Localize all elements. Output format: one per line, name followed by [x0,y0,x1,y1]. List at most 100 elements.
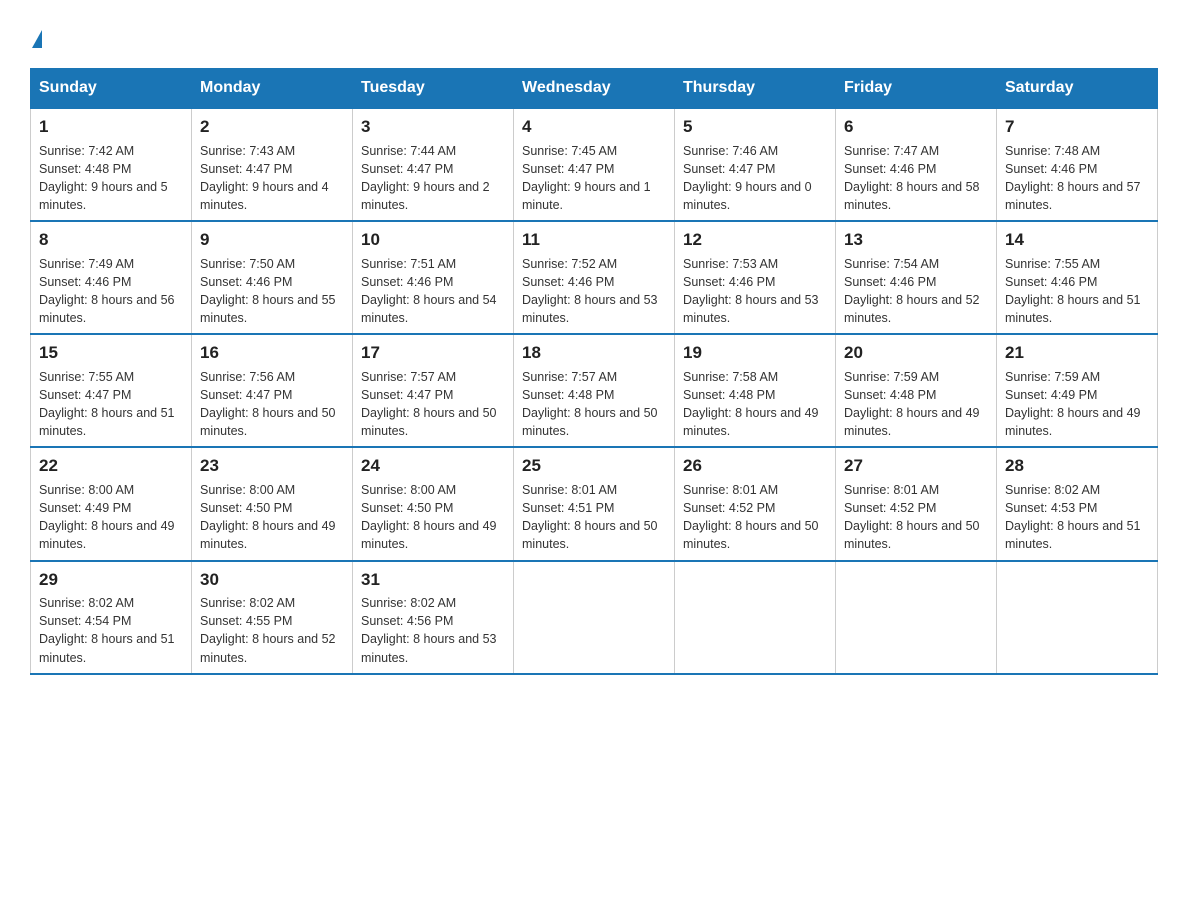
day-cell-24: 24 Sunrise: 8:00 AMSunset: 4:50 PMDaylig… [353,447,514,560]
day-cell-5: 5 Sunrise: 7:46 AMSunset: 4:47 PMDayligh… [675,108,836,221]
day-cell-3: 3 Sunrise: 7:44 AMSunset: 4:47 PMDayligh… [353,108,514,221]
day-number: 17 [361,341,505,366]
day-cell-17: 17 Sunrise: 7:57 AMSunset: 4:47 PMDaylig… [353,334,514,447]
day-cell-14: 14 Sunrise: 7:55 AMSunset: 4:46 PMDaylig… [997,221,1158,334]
day-number: 3 [361,115,505,140]
day-cell-empty [997,561,1158,674]
day-cell-27: 27 Sunrise: 8:01 AMSunset: 4:52 PMDaylig… [836,447,997,560]
day-info: Sunrise: 7:49 AMSunset: 4:46 PMDaylight:… [39,255,183,328]
day-number: 29 [39,568,183,593]
day-info: Sunrise: 7:58 AMSunset: 4:48 PMDaylight:… [683,368,827,441]
day-cell-20: 20 Sunrise: 7:59 AMSunset: 4:48 PMDaylig… [836,334,997,447]
day-number: 21 [1005,341,1149,366]
day-cell-empty [514,561,675,674]
day-cell-9: 9 Sunrise: 7:50 AMSunset: 4:46 PMDayligh… [192,221,353,334]
day-cell-28: 28 Sunrise: 8:02 AMSunset: 4:53 PMDaylig… [997,447,1158,560]
day-number: 7 [1005,115,1149,140]
weekday-header-wednesday: Wednesday [514,69,675,109]
week-row-2: 8 Sunrise: 7:49 AMSunset: 4:46 PMDayligh… [31,221,1158,334]
day-number: 8 [39,228,183,253]
day-info: Sunrise: 8:02 AMSunset: 4:55 PMDaylight:… [200,594,344,667]
day-cell-22: 22 Sunrise: 8:00 AMSunset: 4:49 PMDaylig… [31,447,192,560]
day-cell-26: 26 Sunrise: 8:01 AMSunset: 4:52 PMDaylig… [675,447,836,560]
day-info: Sunrise: 7:59 AMSunset: 4:48 PMDaylight:… [844,368,988,441]
day-info: Sunrise: 7:51 AMSunset: 4:46 PMDaylight:… [361,255,505,328]
day-info: Sunrise: 7:57 AMSunset: 4:48 PMDaylight:… [522,368,666,441]
day-number: 27 [844,454,988,479]
day-info: Sunrise: 7:59 AMSunset: 4:49 PMDaylight:… [1005,368,1149,441]
day-cell-12: 12 Sunrise: 7:53 AMSunset: 4:46 PMDaylig… [675,221,836,334]
day-info: Sunrise: 7:54 AMSunset: 4:46 PMDaylight:… [844,255,988,328]
day-info: Sunrise: 7:56 AMSunset: 4:47 PMDaylight:… [200,368,344,441]
weekday-header-sunday: Sunday [31,69,192,109]
day-cell-25: 25 Sunrise: 8:01 AMSunset: 4:51 PMDaylig… [514,447,675,560]
day-info: Sunrise: 7:45 AMSunset: 4:47 PMDaylight:… [522,142,666,215]
day-cell-4: 4 Sunrise: 7:45 AMSunset: 4:47 PMDayligh… [514,108,675,221]
day-number: 24 [361,454,505,479]
day-number: 15 [39,341,183,366]
day-info: Sunrise: 8:01 AMSunset: 4:52 PMDaylight:… [683,481,827,554]
day-cell-13: 13 Sunrise: 7:54 AMSunset: 4:46 PMDaylig… [836,221,997,334]
day-number: 11 [522,228,666,253]
day-number: 18 [522,341,666,366]
day-info: Sunrise: 7:47 AMSunset: 4:46 PMDaylight:… [844,142,988,215]
day-number: 20 [844,341,988,366]
day-cell-10: 10 Sunrise: 7:51 AMSunset: 4:46 PMDaylig… [353,221,514,334]
day-info: Sunrise: 8:00 AMSunset: 4:50 PMDaylight:… [361,481,505,554]
day-cell-7: 7 Sunrise: 7:48 AMSunset: 4:46 PMDayligh… [997,108,1158,221]
week-row-3: 15 Sunrise: 7:55 AMSunset: 4:47 PMDaylig… [31,334,1158,447]
day-number: 25 [522,454,666,479]
day-cell-2: 2 Sunrise: 7:43 AMSunset: 4:47 PMDayligh… [192,108,353,221]
day-number: 9 [200,228,344,253]
day-number: 16 [200,341,344,366]
day-number: 4 [522,115,666,140]
day-cell-31: 31 Sunrise: 8:02 AMSunset: 4:56 PMDaylig… [353,561,514,674]
week-row-1: 1 Sunrise: 7:42 AMSunset: 4:48 PMDayligh… [31,108,1158,221]
day-info: Sunrise: 8:00 AMSunset: 4:49 PMDaylight:… [39,481,183,554]
day-number: 30 [200,568,344,593]
day-number: 28 [1005,454,1149,479]
weekday-header-saturday: Saturday [997,69,1158,109]
day-info: Sunrise: 7:55 AMSunset: 4:46 PMDaylight:… [1005,255,1149,328]
day-info: Sunrise: 8:02 AMSunset: 4:53 PMDaylight:… [1005,481,1149,554]
day-cell-empty [675,561,836,674]
day-number: 14 [1005,228,1149,253]
week-row-4: 22 Sunrise: 8:00 AMSunset: 4:49 PMDaylig… [31,447,1158,560]
weekday-header-row: SundayMondayTuesdayWednesdayThursdayFrid… [31,69,1158,109]
weekday-header-tuesday: Tuesday [353,69,514,109]
day-info: Sunrise: 7:57 AMSunset: 4:47 PMDaylight:… [361,368,505,441]
weekday-header-thursday: Thursday [675,69,836,109]
day-number: 13 [844,228,988,253]
day-cell-29: 29 Sunrise: 8:02 AMSunset: 4:54 PMDaylig… [31,561,192,674]
day-cell-19: 19 Sunrise: 7:58 AMSunset: 4:48 PMDaylig… [675,334,836,447]
day-cell-6: 6 Sunrise: 7:47 AMSunset: 4:46 PMDayligh… [836,108,997,221]
day-cell-18: 18 Sunrise: 7:57 AMSunset: 4:48 PMDaylig… [514,334,675,447]
day-number: 5 [683,115,827,140]
week-row-5: 29 Sunrise: 8:02 AMSunset: 4:54 PMDaylig… [31,561,1158,674]
day-info: Sunrise: 8:01 AMSunset: 4:52 PMDaylight:… [844,481,988,554]
day-info: Sunrise: 7:44 AMSunset: 4:47 PMDaylight:… [361,142,505,215]
day-info: Sunrise: 8:02 AMSunset: 4:54 PMDaylight:… [39,594,183,667]
day-info: Sunrise: 7:55 AMSunset: 4:47 PMDaylight:… [39,368,183,441]
page-header [30,20,1158,48]
weekday-header-monday: Monday [192,69,353,109]
day-number: 22 [39,454,183,479]
day-cell-1: 1 Sunrise: 7:42 AMSunset: 4:48 PMDayligh… [31,108,192,221]
day-number: 31 [361,568,505,593]
day-info: Sunrise: 7:50 AMSunset: 4:46 PMDaylight:… [200,255,344,328]
day-cell-11: 11 Sunrise: 7:52 AMSunset: 4:46 PMDaylig… [514,221,675,334]
day-info: Sunrise: 7:46 AMSunset: 4:47 PMDaylight:… [683,142,827,215]
day-number: 1 [39,115,183,140]
day-number: 23 [200,454,344,479]
day-cell-empty [836,561,997,674]
day-cell-15: 15 Sunrise: 7:55 AMSunset: 4:47 PMDaylig… [31,334,192,447]
day-number: 2 [200,115,344,140]
day-info: Sunrise: 8:00 AMSunset: 4:50 PMDaylight:… [200,481,344,554]
day-number: 12 [683,228,827,253]
logo [30,20,42,48]
day-info: Sunrise: 7:42 AMSunset: 4:48 PMDaylight:… [39,142,183,215]
day-info: Sunrise: 7:43 AMSunset: 4:47 PMDaylight:… [200,142,344,215]
day-cell-23: 23 Sunrise: 8:00 AMSunset: 4:50 PMDaylig… [192,447,353,560]
logo-top-line [30,20,42,48]
day-number: 26 [683,454,827,479]
